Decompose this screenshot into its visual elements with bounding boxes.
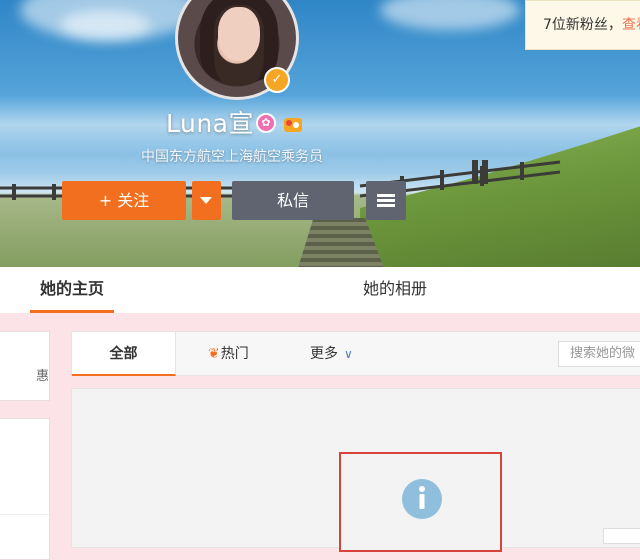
username: Luna宣 xyxy=(166,109,254,138)
left-card-text: 惠 xyxy=(35,369,49,384)
filter-hot-label: 热门 xyxy=(220,346,249,362)
tab-home[interactable]: 她的主页 xyxy=(30,267,114,313)
follow-dropdown-button[interactable] xyxy=(192,181,221,220)
filter-more-tab[interactable]: 更多 ∨ xyxy=(310,332,353,376)
badge-icon[interactable] xyxy=(283,115,303,133)
feed-filter-bar: 全部 ❦热门 更多 ∨ 搜索她的微 xyxy=(71,331,640,376)
filter-hot-tab[interactable]: ❦热门 xyxy=(208,332,249,376)
new-followers-text: 7位新粉丝， xyxy=(543,17,622,33)
profile-tabs: 她的主页 她的相册 xyxy=(0,267,640,313)
more-menu-button[interactable] xyxy=(366,181,406,220)
tab-album[interactable]: 她的相册 xyxy=(340,267,450,313)
chevron-down-icon: ∨ xyxy=(344,347,353,361)
profile-description: 中国东方航空上海航空乘务员 xyxy=(141,149,323,165)
filter-more-label: 更多 xyxy=(310,346,338,362)
filter-all-tab[interactable]: 全部 xyxy=(72,332,176,376)
verified-icon: ✓ xyxy=(264,67,290,93)
message-button[interactable]: 私信 xyxy=(232,181,354,220)
flame-icon: ❦ xyxy=(208,346,220,362)
follow-button[interactable]: + 关注 xyxy=(62,181,186,220)
new-followers-notice: 7位新粉丝，查看 xyxy=(525,0,640,50)
vip-icon[interactable]: ✿ xyxy=(256,113,276,133)
view-followers-link[interactable]: 查看 xyxy=(622,17,640,33)
left-side-card xyxy=(0,418,50,560)
search-input[interactable]: 搜索她的微 xyxy=(558,341,640,367)
info-icon xyxy=(402,479,442,519)
left-info-card: 惠 xyxy=(0,331,50,401)
